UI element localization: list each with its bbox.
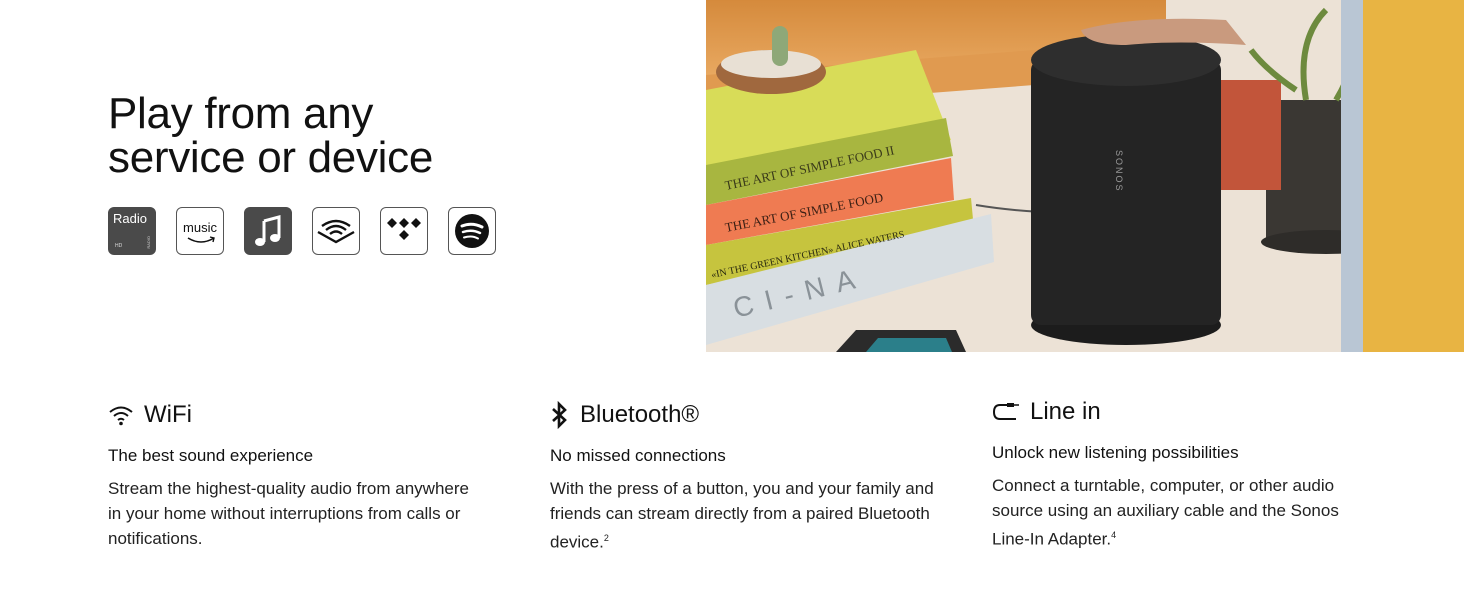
feature-title: Bluetooth® [580, 401, 700, 428]
amazon-music-icon: music [183, 220, 217, 235]
service-radio-hd: Radio HD RADIO [108, 207, 156, 255]
feature-subtitle: No missed connections [550, 446, 726, 465]
service-audible [312, 207, 360, 255]
sonos-move-lifestyle-image: THE ART OF SIMPLE FOOD II THE ART OF SIM… [706, 0, 1464, 352]
feature-line-in: Line in Unlock new listening possibiliti… [992, 397, 1392, 552]
service-apple-music [244, 207, 292, 255]
apple-music-icon [255, 215, 281, 246]
headline-line-2: service or device [108, 133, 434, 182]
amazon-smile-icon [187, 236, 215, 243]
service-logos: Radio HD RADIO music [108, 207, 496, 255]
page-headline: Play from any service or device [108, 92, 433, 180]
feature-title: Line in [1030, 398, 1101, 425]
feature-title: WiFi [144, 401, 192, 428]
feature-subtitle: Unlock new listening possibilities [992, 443, 1239, 462]
spotify-icon [455, 214, 489, 248]
service-spotify [448, 207, 496, 255]
feature-bluetooth: Bluetooth® No missed connections With th… [550, 400, 950, 555]
footnote-marker[interactable]: 2 [604, 533, 609, 543]
feature-wifi: WiFi The best sound experience Stream th… [108, 400, 508, 551]
feature-description: Connect a turntable, computer, or other … [992, 476, 1339, 549]
headline-line-1: Play from any [108, 89, 374, 138]
line-in-icon [992, 403, 1019, 420]
radio-hd-icon: Radio [113, 211, 147, 226]
service-tidal [380, 207, 428, 255]
product-photo: THE ART OF SIMPLE FOOD II THE ART OF SIM… [706, 0, 1464, 352]
wifi-icon [109, 406, 133, 426]
tidal-icon [387, 218, 421, 240]
service-amazon-music: music [176, 207, 224, 255]
feature-description: Stream the highest-quality audio from an… [108, 479, 469, 548]
feature-description: With the press of a button, you and your… [550, 479, 934, 552]
feature-subtitle: The best sound experience [108, 446, 314, 465]
bluetooth-icon [552, 401, 567, 429]
audible-icon [317, 219, 355, 244]
footnote-marker[interactable]: 4 [1111, 530, 1116, 540]
speaker-brand-label: SONOS [1114, 150, 1124, 193]
